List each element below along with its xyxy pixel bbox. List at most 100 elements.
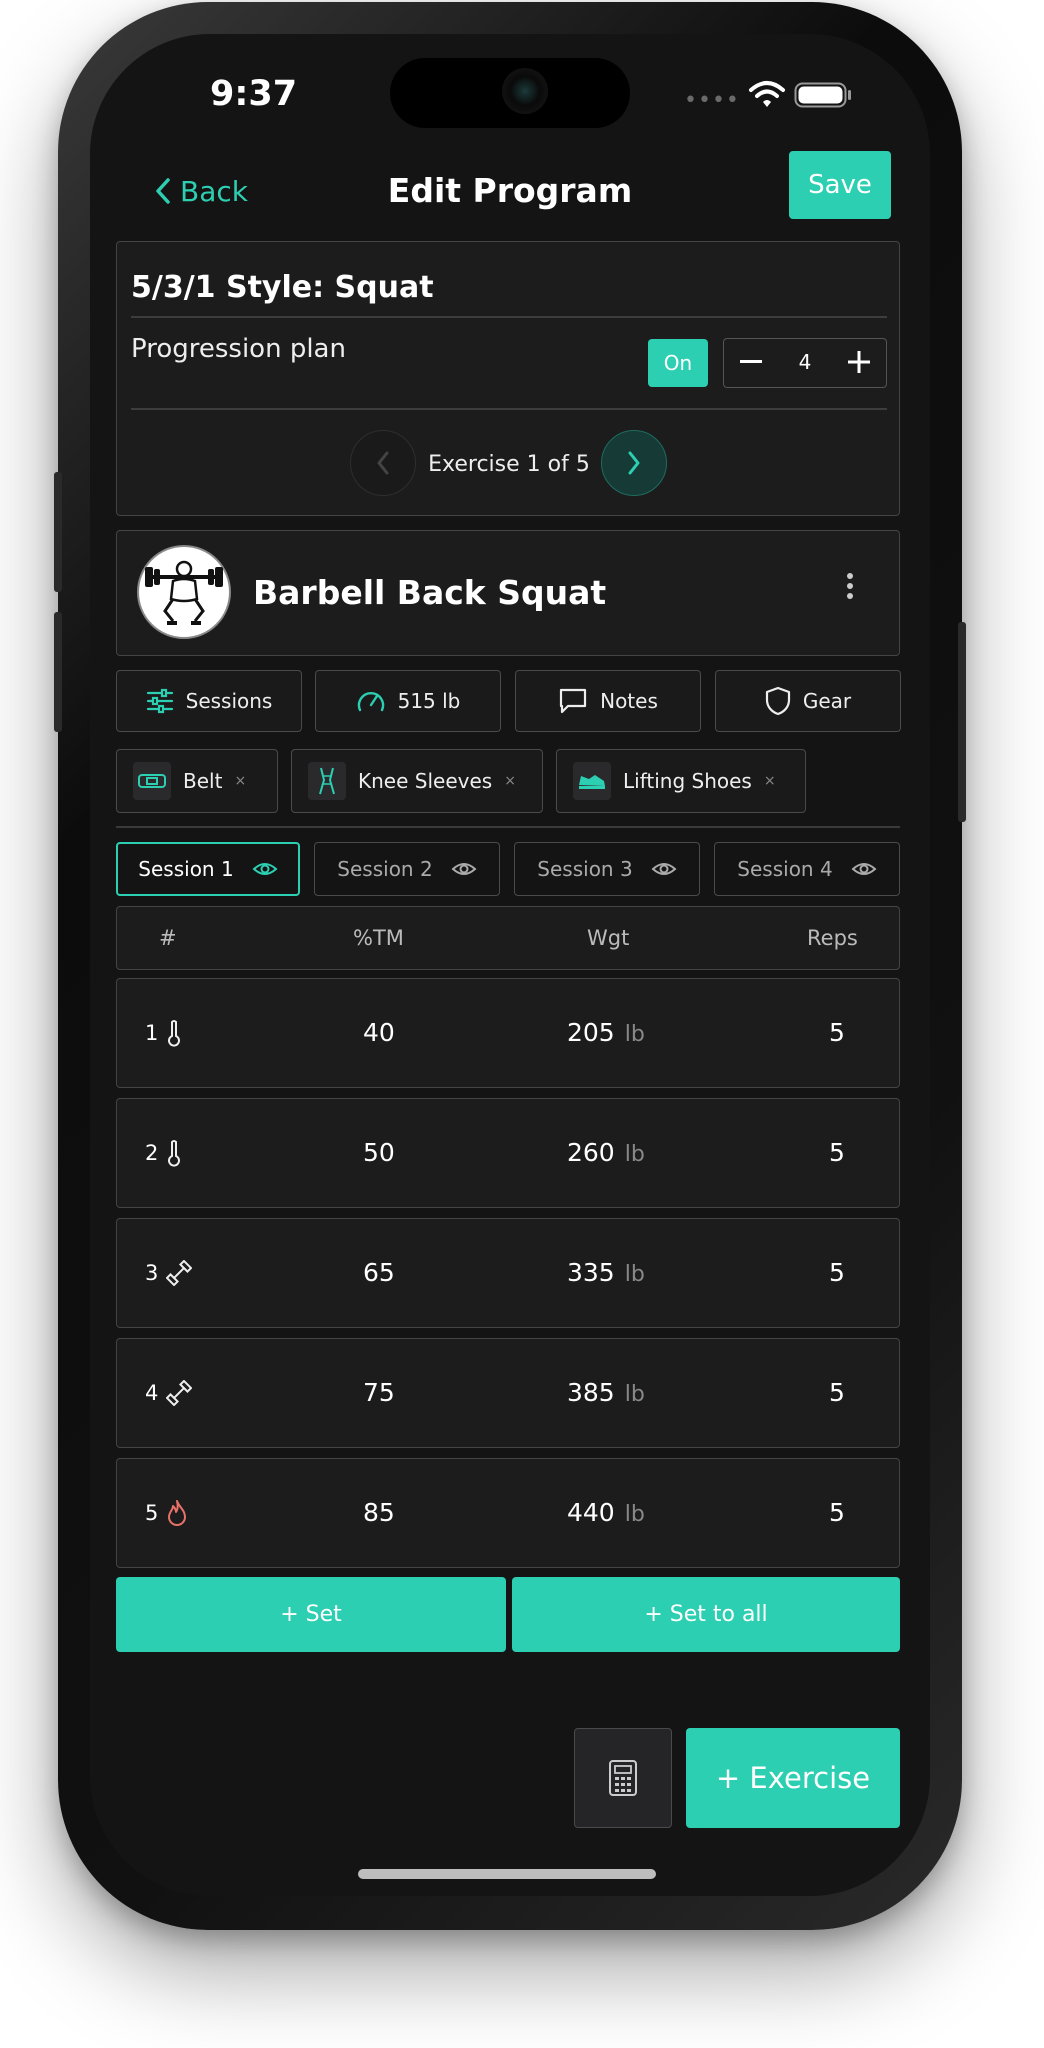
tm-cell[interactable]: 65 xyxy=(363,1219,395,1327)
back-button[interactable]: Back xyxy=(152,166,248,216)
belt-icon xyxy=(133,762,171,800)
volume-down-button xyxy=(54,612,62,732)
table-row[interactable]: 3 65 335 lb 5 xyxy=(116,1218,900,1328)
set-number: 3 xyxy=(145,1219,193,1327)
set-number-value: 3 xyxy=(145,1261,159,1285)
tm-cell[interactable]: 85 xyxy=(363,1459,395,1567)
tm-cell[interactable]: 75 xyxy=(363,1339,395,1447)
minus-icon xyxy=(740,360,762,363)
tab-label: Session 2 xyxy=(337,857,433,881)
add-set-to-all-button[interactable]: + Set to all xyxy=(512,1577,900,1652)
battery-icon xyxy=(794,82,851,108)
more-options-icon[interactable] xyxy=(845,569,855,603)
knee-sleeve-icon xyxy=(308,762,346,800)
column-header-weight: Wgt xyxy=(587,926,630,950)
flame-icon xyxy=(168,1500,187,1526)
gauge-icon xyxy=(357,692,384,712)
progression-stepper: 4 xyxy=(723,338,887,388)
reps-cell[interactable]: 5 xyxy=(829,1219,845,1327)
squat-illustration-icon xyxy=(145,560,223,625)
tm-cell[interactable]: 40 xyxy=(363,979,395,1087)
progression-toggle[interactable]: On xyxy=(648,339,708,387)
reps-cell[interactable]: 5 xyxy=(829,979,845,1087)
weight-value: 335 xyxy=(567,1258,615,1287)
calculator-button[interactable] xyxy=(574,1728,672,1828)
training-max-label: 515 lb xyxy=(397,689,461,713)
reps-cell[interactable]: 5 xyxy=(829,1459,845,1567)
dumbbell-icon xyxy=(166,1260,193,1286)
tab-session-1[interactable]: Session 1 xyxy=(116,842,300,896)
set-number-value: 5 xyxy=(145,1501,159,1525)
volume-up-button xyxy=(54,472,62,592)
sessions-tile[interactable]: Sessions xyxy=(116,670,302,732)
remove-icon[interactable]: × xyxy=(504,773,516,789)
increment-button[interactable] xyxy=(832,339,886,385)
progression-value[interactable]: 4 xyxy=(778,339,832,385)
weight-cell[interactable]: 335 lb xyxy=(567,1219,645,1329)
tab-session-4[interactable]: Session 4 xyxy=(714,842,900,896)
exercise-position: Exercise 1 of 5 xyxy=(428,452,590,477)
remove-icon[interactable]: × xyxy=(764,773,776,789)
tab-session-3[interactable]: Session 3 xyxy=(514,842,700,896)
thermometer-icon xyxy=(168,1140,181,1167)
divider xyxy=(131,316,887,318)
notes-tile[interactable]: Notes xyxy=(515,670,701,732)
eye-icon xyxy=(451,863,477,875)
weight-cell[interactable]: 440 lb xyxy=(567,1459,645,1569)
tab-session-2[interactable]: Session 2 xyxy=(314,842,500,896)
save-button[interactable]: Save xyxy=(789,151,891,219)
power-button xyxy=(958,622,966,822)
gear-tile[interactable]: Gear xyxy=(715,670,901,732)
weight-value: 260 xyxy=(567,1138,615,1167)
notes-label: Notes xyxy=(600,689,658,713)
weight-cell[interactable]: 205 lb xyxy=(567,979,645,1089)
weight-cell[interactable]: 385 lb xyxy=(567,1339,645,1449)
shoe-icon xyxy=(573,762,611,800)
set-number: 2 xyxy=(145,1099,182,1207)
weight-cell[interactable]: 260 lb xyxy=(567,1099,645,1209)
table-row[interactable]: 5 85 440 lb 5 xyxy=(116,1458,900,1568)
weight-value: 385 xyxy=(567,1378,615,1407)
back-label: Back xyxy=(180,174,248,208)
table-row[interactable]: 1 40 205 lb 5 xyxy=(116,978,900,1088)
column-header-reps: Reps xyxy=(807,926,858,950)
gear-chip-knee-sleeves[interactable]: Knee Sleeves × xyxy=(291,749,543,813)
sessions-label: Sessions xyxy=(185,689,273,713)
set-number: 5 xyxy=(145,1459,188,1567)
table-row[interactable]: 2 50 260 lb 5 xyxy=(116,1098,900,1208)
remove-icon[interactable]: × xyxy=(234,773,246,789)
program-card: 5/3/1 Style: Squat Progression plan On 4… xyxy=(116,241,900,516)
weight-unit: lb xyxy=(624,1022,645,1047)
add-set-button[interactable]: + Set xyxy=(116,1577,506,1652)
tm-cell[interactable]: 50 xyxy=(363,1099,395,1207)
shield-icon xyxy=(765,686,790,716)
next-exercise-button[interactable] xyxy=(601,430,667,496)
program-name[interactable]: 5/3/1 Style: Squat xyxy=(131,270,434,305)
reps-cell[interactable]: 5 xyxy=(829,1339,845,1447)
progression-label: Progression plan xyxy=(131,334,346,364)
reps-cell[interactable]: 5 xyxy=(829,1099,845,1207)
weight-unit: lb xyxy=(624,1382,645,1407)
divider xyxy=(131,408,887,410)
column-header-number: # xyxy=(159,926,177,950)
dumbbell-icon xyxy=(166,1380,193,1406)
signal-dots-icon: •••• xyxy=(684,88,740,113)
table-row[interactable]: 4 75 385 lb 5 xyxy=(116,1338,900,1448)
weight-value: 440 xyxy=(567,1498,615,1527)
gear-chip-belt[interactable]: Belt × xyxy=(116,749,278,813)
tab-label: Session 1 xyxy=(138,857,234,881)
training-max-tile[interactable]: 515 lb xyxy=(315,670,501,732)
app-screen: 9:37 •••• Edit Program Back Save 5/3/1 S… xyxy=(90,34,930,1896)
home-indicator[interactable] xyxy=(358,1869,656,1879)
set-number: 1 xyxy=(145,979,182,1087)
set-number-value: 4 xyxy=(145,1381,159,1405)
exercise-avatar xyxy=(137,545,231,639)
set-number: 4 xyxy=(145,1339,193,1447)
calculator-icon xyxy=(609,1760,637,1796)
gear-label: Gear xyxy=(802,689,852,713)
thermometer-icon xyxy=(168,1020,181,1047)
exercise-card[interactable]: Barbell Back Squat xyxy=(116,530,900,656)
gear-chip-lifting-shoes[interactable]: Lifting Shoes × xyxy=(556,749,806,813)
add-exercise-button[interactable]: + Exercise xyxy=(686,1728,900,1828)
decrement-button[interactable] xyxy=(724,339,778,385)
